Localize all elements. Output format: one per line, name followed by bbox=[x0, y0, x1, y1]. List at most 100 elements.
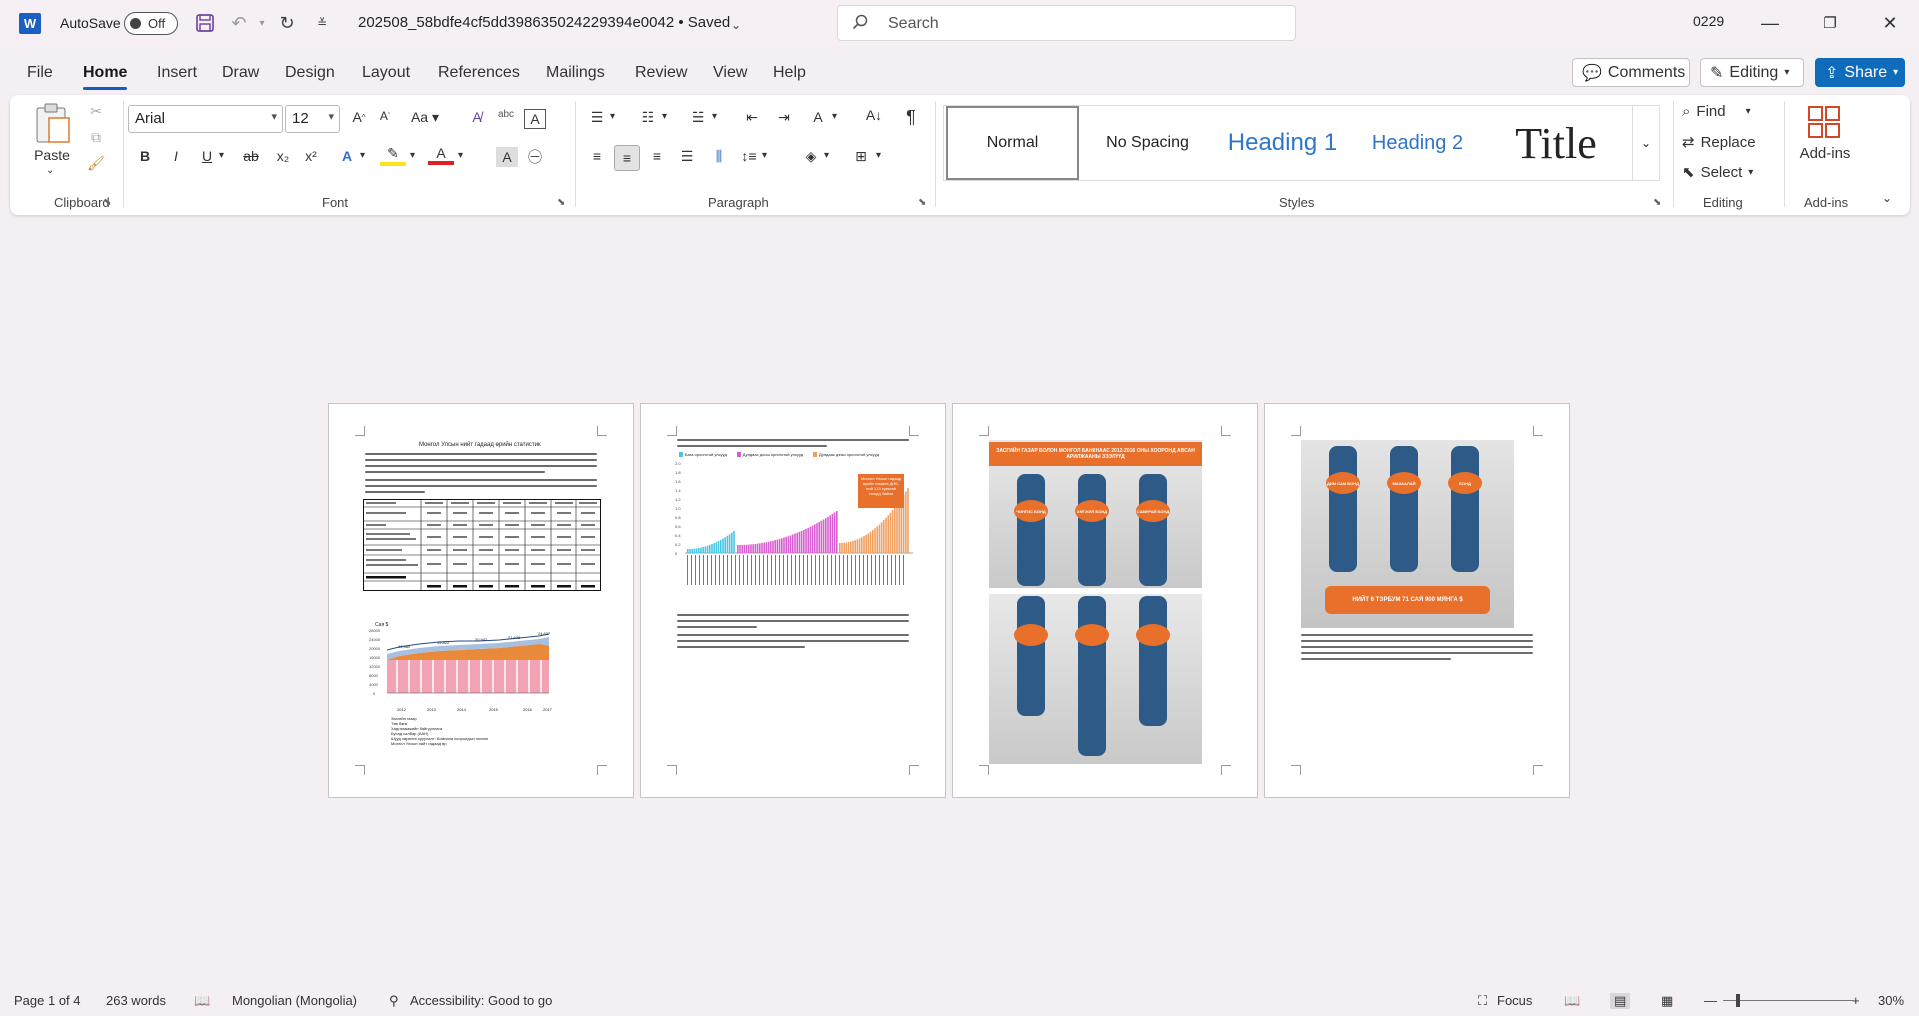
tab-layout[interactable]: Layout bbox=[362, 64, 410, 82]
page-count[interactable]: Page 1 of 4 bbox=[14, 993, 81, 1008]
share-button[interactable]: ⇪ Share ▾ bbox=[1815, 58, 1905, 87]
text-effects-dropdown-icon[interactable]: ▾ bbox=[360, 150, 365, 161]
zoom-slider-handle[interactable] bbox=[1736, 994, 1740, 1007]
distributed-icon[interactable]: ⫼ bbox=[708, 148, 730, 165]
style-heading-2[interactable]: Heading 2 bbox=[1351, 106, 1484, 180]
highlight-dropdown-icon[interactable]: ▾ bbox=[410, 150, 415, 161]
page-4[interactable]: ДИМ САМ БОНД МАЗААЛАЙ БОНД НИЙТ 6 ТЭРБУМ… bbox=[1264, 403, 1570, 798]
zoom-out-icon[interactable]: — bbox=[1704, 993, 1717, 1008]
subscript-icon[interactable]: x₂ bbox=[272, 148, 294, 164]
zoom-level[interactable]: 30% bbox=[1878, 993, 1904, 1008]
font-color-dropdown-icon[interactable]: ▾ bbox=[458, 150, 463, 161]
multilevel-dropdown-icon[interactable]: ▾ bbox=[712, 111, 717, 122]
tab-design[interactable]: Design bbox=[285, 64, 335, 82]
restore-icon[interactable]: ❐ bbox=[1815, 10, 1845, 36]
phonetic-guide-icon[interactable]: abc bbox=[494, 109, 518, 120]
style-heading-1[interactable]: Heading 1 bbox=[1216, 106, 1349, 180]
font-launcher-icon[interactable]: ⬊ bbox=[557, 197, 565, 208]
enclose-characters-icon[interactable]: ㊀ bbox=[524, 147, 546, 167]
tab-draw[interactable]: Draw bbox=[222, 64, 259, 82]
proofing-icon[interactable]: 📖 bbox=[194, 993, 210, 1009]
multilevel-list-icon[interactable]: ☱ bbox=[686, 109, 710, 126]
tab-insert[interactable]: Insert bbox=[157, 64, 197, 82]
accessibility-status[interactable]: Accessibility: Good to go bbox=[410, 993, 552, 1008]
font-color-icon[interactable]: A bbox=[428, 145, 454, 165]
replace-button[interactable]: ⇄ Replace bbox=[1682, 133, 1772, 152]
page-2[interactable]: Бага орлоготой улсууд Дундаас доош орлог… bbox=[640, 403, 946, 798]
document-title[interactable]: 202508_58bdfe4cf5dd398635024229394e0042 … bbox=[358, 14, 730, 31]
align-center-icon[interactable]: ≡ bbox=[614, 145, 640, 171]
editing-mode-button[interactable]: ✎ Editing ▾ bbox=[1700, 58, 1804, 87]
tab-mailings[interactable]: Mailings bbox=[546, 64, 605, 82]
find-button[interactable]: ⌕ Find ▾ bbox=[1682, 103, 1772, 120]
borders-icon[interactable]: ⊞ bbox=[850, 148, 872, 165]
show-formatting-icon[interactable]: ¶ bbox=[900, 107, 922, 128]
line-spacing-dropdown-icon[interactable]: ▾ bbox=[762, 150, 767, 161]
copy-icon[interactable]: ⧉ bbox=[86, 129, 106, 146]
close-icon[interactable]: ✕ bbox=[1875, 10, 1905, 36]
style-no-spacing[interactable]: No Spacing bbox=[1081, 106, 1214, 180]
styles-more-icon[interactable]: ⌄ bbox=[1632, 106, 1659, 180]
undo-icon[interactable]: ↶ bbox=[227, 11, 251, 35]
text-effects-icon[interactable]: A bbox=[336, 148, 358, 164]
line-spacing-icon[interactable]: ↕≡ bbox=[738, 148, 760, 164]
title-chevron-icon[interactable]: ⌄ bbox=[724, 13, 748, 37]
undo-dropdown-icon[interactable]: ▾ bbox=[250, 11, 274, 35]
page-3[interactable]: ЗАСГИЙН ГАЗАР БОЛОН МОНГОЛ БАНКНААС 2012… bbox=[952, 403, 1258, 798]
bullets-icon[interactable]: ☰ bbox=[585, 109, 609, 126]
style-title[interactable]: Title bbox=[1486, 106, 1626, 180]
tab-home[interactable]: Home bbox=[83, 64, 128, 90]
zoom-slider[interactable] bbox=[1723, 994, 1853, 1007]
character-border-icon[interactable]: A bbox=[524, 109, 546, 129]
numbering-dropdown-icon[interactable]: ▾ bbox=[662, 111, 667, 122]
text-direction-icon[interactable]: A͏ bbox=[806, 109, 830, 125]
bold-icon[interactable]: B bbox=[134, 148, 156, 164]
language-status[interactable]: Mongolian (Mongolia) bbox=[232, 993, 357, 1008]
decrease-indent-icon[interactable]: ⇤ bbox=[740, 109, 764, 126]
add-ins-button[interactable]: Add-ins bbox=[1793, 145, 1857, 162]
underline-icon[interactable]: U bbox=[196, 148, 218, 164]
select-button[interactable]: ⬉ Select ▾ bbox=[1682, 163, 1772, 182]
paste-icon[interactable] bbox=[30, 101, 74, 145]
print-layout-icon[interactable]: ▤ bbox=[1610, 993, 1631, 1009]
font-family-select[interactable]: Arial ▾ bbox=[128, 105, 283, 133]
grow-font-icon[interactable]: A ^ bbox=[348, 109, 370, 125]
text-direction-dropdown-icon[interactable]: ▾ bbox=[832, 111, 837, 122]
highlight-icon[interactable]: ✎ bbox=[380, 145, 406, 166]
user-account[interactable]: 0229 bbox=[1693, 13, 1724, 29]
tab-review[interactable]: Review bbox=[635, 64, 687, 82]
minimize-icon[interactable]: — bbox=[1755, 10, 1785, 36]
save-icon[interactable] bbox=[193, 11, 217, 35]
character-shading-icon[interactable]: A bbox=[496, 147, 518, 167]
customize-toolbar-icon[interactable]: ≚ bbox=[310, 11, 334, 35]
justify-icon[interactable]: ☰ bbox=[676, 148, 698, 165]
strikethrough-icon[interactable]: ab bbox=[240, 148, 262, 164]
focus-icon[interactable]: ⛶ bbox=[1478, 993, 1487, 1009]
style-normal[interactable]: Normal bbox=[946, 106, 1079, 180]
search-input[interactable]: Search bbox=[837, 5, 1296, 41]
redo-icon[interactable]: ↻ bbox=[275, 11, 299, 35]
font-size-select[interactable]: 12 ▾ bbox=[285, 105, 340, 133]
paste-dropdown-icon[interactable]: ⌄ bbox=[46, 165, 54, 176]
format-painter-icon[interactable]: 🖌 bbox=[86, 155, 106, 172]
sort-icon[interactable]: A↓ bbox=[862, 107, 886, 123]
web-layout-icon[interactable]: ▦ bbox=[1661, 993, 1673, 1009]
italic-icon[interactable]: I bbox=[165, 148, 187, 164]
collapse-ribbon-icon[interactable]: ⌄ bbox=[1882, 191, 1892, 205]
page-1[interactable]: Монгол Улсын нийт гадаад өрийн статистик… bbox=[328, 403, 634, 798]
shading-dropdown-icon[interactable]: ▾ bbox=[824, 150, 829, 161]
clear-formatting-icon[interactable]: A̸ bbox=[466, 109, 488, 125]
tab-view[interactable]: View bbox=[713, 64, 747, 82]
paragraph-launcher-icon[interactable]: ⬊ bbox=[918, 197, 926, 208]
align-left-icon[interactable]: ≡ bbox=[586, 148, 608, 164]
tab-help[interactable]: Help bbox=[773, 64, 806, 82]
increase-indent-icon[interactable]: ⇥ bbox=[772, 109, 796, 126]
numbering-icon[interactable]: ☷ bbox=[636, 109, 660, 126]
autosave-toggle[interactable]: Off bbox=[124, 12, 178, 35]
bullets-dropdown-icon[interactable]: ▾ bbox=[610, 111, 615, 122]
focus-button[interactable]: Focus bbox=[1497, 993, 1532, 1008]
word-count[interactable]: 263 words bbox=[106, 993, 166, 1008]
tab-file[interactable]: File bbox=[27, 64, 53, 82]
shrink-font-icon[interactable]: Aˇ bbox=[374, 109, 396, 123]
tab-references[interactable]: References bbox=[438, 64, 520, 82]
